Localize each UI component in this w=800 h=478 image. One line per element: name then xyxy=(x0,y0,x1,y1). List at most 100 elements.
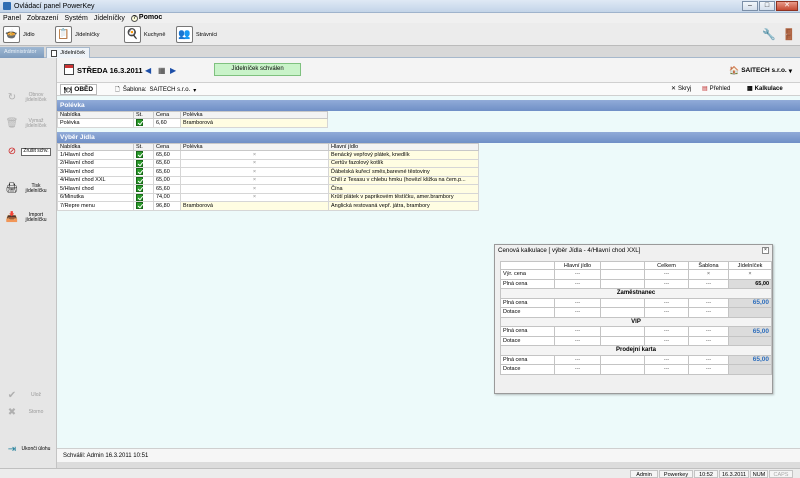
cell-status[interactable] xyxy=(133,150,154,160)
menu-pomoc[interactable]: ? Pomoc xyxy=(130,14,162,22)
table-row[interactable]: 2/Hlavní chod 65,60 × Čertův fazolový ko… xyxy=(57,158,479,168)
cell-value: --- xyxy=(644,269,689,280)
cell-value: --- xyxy=(644,297,689,308)
storno-label: Storno xyxy=(28,409,44,416)
cell-status[interactable] xyxy=(133,118,154,128)
prehled-button[interactable]: ▤ Přehled xyxy=(702,85,730,93)
cell-value xyxy=(600,269,645,280)
checkbox-checked[interactable] xyxy=(136,193,143,201)
cell-polevka: Bramborová xyxy=(180,118,328,128)
meal-tab-obed[interactable]: 🍽 OBĚD xyxy=(60,84,98,95)
table-row[interactable]: 3/Hlavní chod 65,60 × Ďábelská kuřecí sm… xyxy=(57,167,479,177)
menu-zobrazeni[interactable]: Zobrazení xyxy=(27,15,59,22)
cell-value-price: 65,00 xyxy=(728,326,772,337)
cell-status[interactable] xyxy=(133,201,154,211)
cell-cena: 96,80 xyxy=(153,201,181,211)
tab-jidelnicek[interactable]: Jídelníček xyxy=(46,47,90,58)
checkbox-checked[interactable] xyxy=(136,202,143,210)
table-row[interactable]: 1/Hlavní chod 65,60 × Benácký vepřový pl… xyxy=(57,150,479,160)
cell-status[interactable] xyxy=(133,175,154,185)
kitchen-icon: 🍳 xyxy=(124,26,141,43)
status-bar: Admin Powerkey 10:52 16.3.2011 NUM CAPS xyxy=(0,468,800,478)
col-hlavni: Hlavní jídlo xyxy=(554,261,601,270)
menu-bar: Panel Zobrazení Systém Jídelníčky ? Pomoc xyxy=(0,13,800,23)
refresh-icon: ↻ xyxy=(7,92,17,104)
import-button[interactable]: 📥 Import jídelníčku xyxy=(5,206,53,230)
window-title: Ovládací panel PowerKey xyxy=(14,2,95,10)
status-user: Admin xyxy=(630,470,658,478)
calculator-icon: ▦ xyxy=(747,86,753,92)
obnov-button[interactable]: ↻ Obnov jídelníček xyxy=(5,86,53,110)
sablona-selector[interactable]: 🗋 Šablona: SAITECH s.r.o. ▾ xyxy=(115,85,196,95)
toolbar-stravnici-button[interactable]: 👥 Strávníci xyxy=(176,25,217,44)
tools-icon[interactable]: 🔧 xyxy=(761,27,777,42)
table-row[interactable]: 4/Hlavní chod XXL 65,00 × Chilí z Texasu… xyxy=(57,175,479,185)
cell-status[interactable] xyxy=(133,192,154,202)
toolbar-jidlo-label: Jídlo xyxy=(23,31,35,38)
table-row[interactable]: 6/Minutka 74,00 × Krůtí plátek v papriko… xyxy=(57,192,479,202)
checkbox-checked[interactable] xyxy=(136,185,143,193)
toolbar-jidelnicky-button[interactable]: 📋 Jídelníčky xyxy=(55,25,99,44)
close-button[interactable]: ✕ xyxy=(776,1,798,11)
arrow-left-icon[interactable]: ◀ xyxy=(145,66,151,75)
kalkulace-table: Hlavní jídlo Celkem Šablona Jídelníček V… xyxy=(500,261,772,375)
cell-status[interactable] xyxy=(133,167,154,177)
chevron-down-icon: ▾ xyxy=(788,67,792,75)
tisk-button[interactable]: 🖨 Tisk jídelníčku xyxy=(5,177,53,201)
close-icon[interactable]: × xyxy=(762,247,769,254)
table-row[interactable]: Polévka 6,60 Bramborová xyxy=(57,118,478,128)
kalkulace-button[interactable]: ▦ Kalkulace xyxy=(747,85,783,93)
calendar-pick-icon[interactable]: ▦ xyxy=(158,66,166,75)
cell-nabidka: 3/Hlavní chod xyxy=(57,167,134,177)
menu-panel[interactable]: Panel xyxy=(3,15,21,22)
company-selector[interactable]: 🏠 SAITECH s.r.o. ▾ xyxy=(729,66,792,75)
cell-value: --- xyxy=(554,364,601,375)
col-empty xyxy=(327,111,478,119)
maximize-button[interactable]: □ xyxy=(759,1,775,11)
template-icon: 🗋 xyxy=(115,87,120,93)
checkbox-checked[interactable] xyxy=(136,168,143,176)
zrusit-label: Zrušit schv. xyxy=(21,148,51,156)
row-label: Výr. cena xyxy=(500,269,555,280)
table-row[interactable]: 7/Repre menu 96,80 Bramborová Anglická r… xyxy=(57,201,479,211)
storno-button[interactable]: ✖ Storno xyxy=(5,401,53,425)
row-label: Dotace xyxy=(500,364,555,375)
checkbox-checked[interactable] xyxy=(136,159,143,167)
vymaz-button[interactable]: 🗑 Vymaž jídelníček xyxy=(5,112,53,136)
cell-status[interactable] xyxy=(133,184,154,194)
zrusit-schvaleni-button[interactable]: ⊘ Zrušit schv. xyxy=(5,140,53,164)
cell-polevka: × xyxy=(180,158,329,168)
row-label: Plná cena xyxy=(500,278,555,289)
checkbox-checked[interactable] xyxy=(136,151,143,159)
approval-status-badge: Jídelníček schválen xyxy=(214,63,301,76)
printer-icon: 🖨 xyxy=(5,183,19,195)
row-label: Plná cena xyxy=(500,326,555,337)
toolbar-stravnici-label: Strávníci xyxy=(196,31,218,38)
checkbox-checked[interactable] xyxy=(136,119,143,127)
exit-door-icon: ⇥ xyxy=(7,444,17,456)
toolbar-jidlo-button[interactable]: 🍲 Jídlo xyxy=(3,25,35,44)
ukonci-button[interactable]: ⇥ Ukonči úlohu xyxy=(5,438,53,462)
kalkulace-label: Kalkulace xyxy=(754,85,783,92)
cell-hlavni: Krůtí plátek v paprikovém těstíčku, amer… xyxy=(328,192,479,202)
tab-administrator[interactable]: Administrátor xyxy=(0,47,44,58)
title-bar: Ovládací panel PowerKey – □ ✕ xyxy=(0,0,800,13)
menu-jidelnicky[interactable]: Jídelníčky xyxy=(94,15,125,22)
exit-icon[interactable]: 🚪 xyxy=(781,27,797,42)
current-date: STŘEDA 16.3.2011 xyxy=(77,66,143,75)
menu-system[interactable]: Systém xyxy=(64,15,87,22)
tab-strip: Administrátor Jídelníček xyxy=(0,46,800,58)
minimize-button[interactable]: – xyxy=(742,1,758,11)
cell-polevka: × xyxy=(180,167,329,177)
arrow-right-icon[interactable]: ▶ xyxy=(170,66,176,75)
tisk-label: Tisk jídelníčku xyxy=(25,182,47,194)
status-num: NUM xyxy=(750,470,768,478)
skryj-button[interactable]: ✕ Skryj xyxy=(671,85,691,93)
table-row[interactable]: 5/Hlavní chod 65,60 × Čína xyxy=(57,184,479,194)
toolbar-kuchyne-button[interactable]: 🍳 Kuchyně xyxy=(124,25,165,44)
table-row: Dotace --- --- --- xyxy=(500,364,772,375)
calendar-icon[interactable] xyxy=(64,64,74,75)
checkbox-checked[interactable] xyxy=(136,176,143,184)
cell-status[interactable] xyxy=(133,158,154,168)
ukonci-label: Ukonči úlohu xyxy=(21,446,51,453)
